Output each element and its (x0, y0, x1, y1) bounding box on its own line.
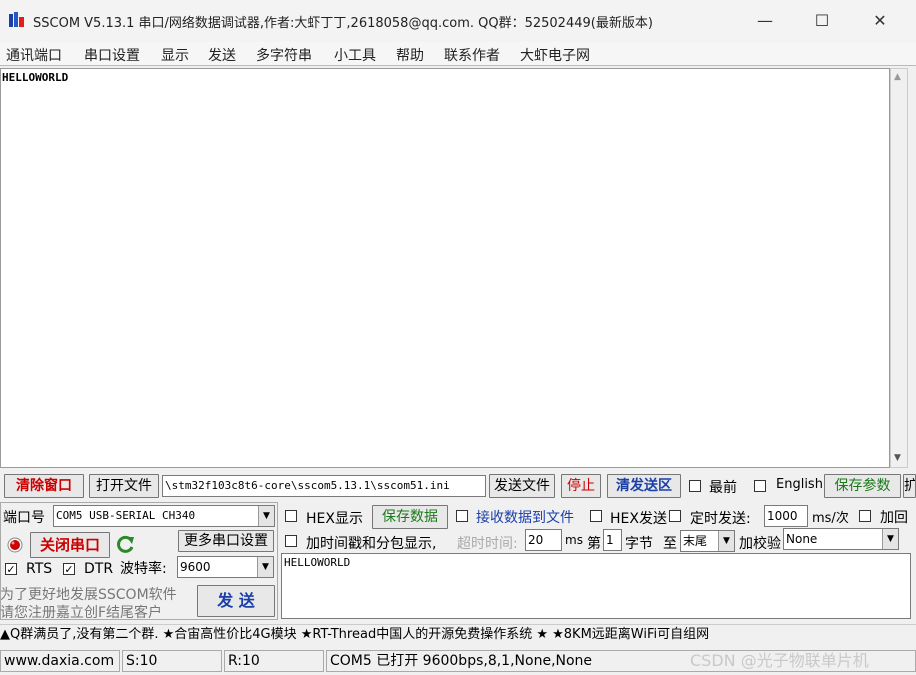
menu-daxia-site[interactable]: 大虾电子网 (520, 45, 590, 65)
close-button[interactable]: ✕ (869, 10, 891, 32)
minimize-button[interactable]: — (754, 10, 776, 32)
menu-tools[interactable]: 小工具 (334, 45, 376, 65)
hex-send-checkbox[interactable] (590, 510, 602, 522)
menu-help[interactable]: 帮助 (396, 45, 424, 65)
app-icon (8, 11, 26, 29)
open-file-button[interactable]: 打开文件 (89, 474, 159, 498)
scroll-down-icon[interactable]: ▼ (894, 453, 901, 463)
file-path-field[interactable]: \stm32f103c8t6-core\sscom5.13.1\sscom51.… (162, 475, 486, 497)
refresh-icon[interactable] (116, 534, 136, 554)
receive-area[interactable]: HELLOWORLD (0, 68, 890, 468)
english-label: English (776, 477, 823, 492)
checksum-label: 加校验 (739, 536, 781, 552)
watermark-text: CSDN @光子物联单片机 (690, 651, 869, 670)
hex-display-checkbox[interactable] (285, 510, 297, 522)
menu-display[interactable]: 显示 (161, 45, 189, 65)
menu-contact-author[interactable]: 联系作者 (444, 45, 500, 65)
chevron-down-icon[interactable]: ▼ (718, 531, 734, 551)
menu-multi-string[interactable]: 多字符串 (256, 45, 312, 65)
chevron-down-icon[interactable]: ▼ (258, 506, 274, 526)
rts-label: RTS (26, 561, 53, 577)
save-params-button[interactable]: 保存参数 (824, 474, 901, 498)
timestamp-label: 加时间戳和分包显示, (306, 536, 437, 552)
ms-per-label: ms/次 (812, 511, 849, 526)
expand-button[interactable]: 扩 (903, 474, 916, 498)
send-file-button[interactable]: 发送文件 (489, 474, 555, 498)
timeout-label: 超时时间: (457, 536, 518, 552)
port-select[interactable]: COM5 USB-SERIAL CH340 (53, 505, 275, 527)
recv-to-file-label[interactable]: 接收数据到文件 (476, 507, 574, 527)
close-port-button[interactable]: 关闭串口 (30, 532, 110, 558)
chevron-down-icon[interactable]: ▼ (882, 529, 898, 549)
hex-display-label: HEX显示 (306, 511, 363, 527)
menu-comm-port[interactable]: 通讯端口 (6, 45, 62, 65)
send-text-area[interactable]: HELLOWORLD (281, 553, 911, 619)
recv-to-file-checkbox[interactable] (456, 510, 468, 522)
hex-send-label: HEX发送 (610, 511, 667, 527)
title-bar[interactable]: SSCOM V5.13.1 串口/网络数据调试器,作者:大虾丁丁,2618058… (0, 0, 916, 42)
timeout-input[interactable]: 20 (525, 529, 562, 551)
byte-suffix-label: 字节 (625, 536, 653, 552)
save-data-button[interactable]: 保存数据 (372, 505, 448, 529)
dtr-label: DTR (84, 561, 114, 577)
byte-index-input[interactable]: 1 (603, 529, 622, 551)
ms-label: ms (565, 533, 583, 547)
status-sent-count: S:10 (122, 650, 222, 672)
more-port-settings-button[interactable]: 更多串口设置 (178, 530, 274, 552)
menu-send[interactable]: 发送 (208, 45, 236, 65)
chevron-down-icon[interactable]: ▼ (257, 557, 273, 577)
ad-bar[interactable]: ▲Q群满员了,没有第二个群. ★合宙高性价比4G模块 ★RT-Thread中国人… (0, 624, 916, 646)
clear-send-button[interactable]: 清发送区 (607, 474, 681, 498)
byte-prefix-label: 第 (587, 536, 601, 552)
menu-bar: 通讯端口 串口设置 显示 发送 多字符串 小工具 帮助 联系作者 大虾电子网 (0, 42, 916, 66)
scroll-up-icon[interactable]: ▲ (894, 72, 901, 82)
timestamp-checkbox[interactable] (285, 535, 297, 547)
maximize-button[interactable]: ☐ (811, 10, 833, 32)
receive-scrollbar[interactable]: ▲ ▼ (890, 68, 908, 468)
to-label: 至 (663, 536, 677, 552)
timed-send-label: 定时发送: (690, 511, 751, 527)
dtr-checkbox[interactable]: ✓ (63, 563, 75, 575)
promo-line-2: 请您注册嘉立创F结尾客户 (0, 605, 163, 621)
rts-checkbox[interactable]: ✓ (5, 563, 17, 575)
timed-send-checkbox[interactable] (669, 510, 681, 522)
timed-interval-input[interactable]: 1000 (764, 505, 808, 527)
add-enter-checkbox[interactable] (859, 510, 871, 522)
topmost-checkbox[interactable] (689, 480, 701, 492)
menu-serial-settings[interactable]: 串口设置 (84, 45, 140, 65)
baud-label: 波特率: (120, 561, 167, 577)
port-label: 端口号 (3, 510, 45, 526)
port-status-led-icon (7, 537, 23, 553)
add-enter-label: 加回 (880, 510, 908, 526)
topmost-label: 最前 (709, 480, 737, 496)
send-button[interactable]: 发 送 (197, 585, 275, 617)
promo-line-1: 为了更好地发展SSCOM软件 (0, 587, 177, 603)
english-checkbox[interactable] (754, 480, 766, 492)
stop-button[interactable]: 停止 (561, 474, 601, 498)
window-title: SSCOM V5.13.1 串口/网络数据调试器,作者:大虾丁丁,2618058… (33, 16, 653, 31)
status-received-count: R:10 (224, 650, 324, 672)
status-site-link[interactable]: www.daxia.com (0, 650, 120, 672)
clear-window-button[interactable]: 清除窗口 (4, 474, 84, 498)
